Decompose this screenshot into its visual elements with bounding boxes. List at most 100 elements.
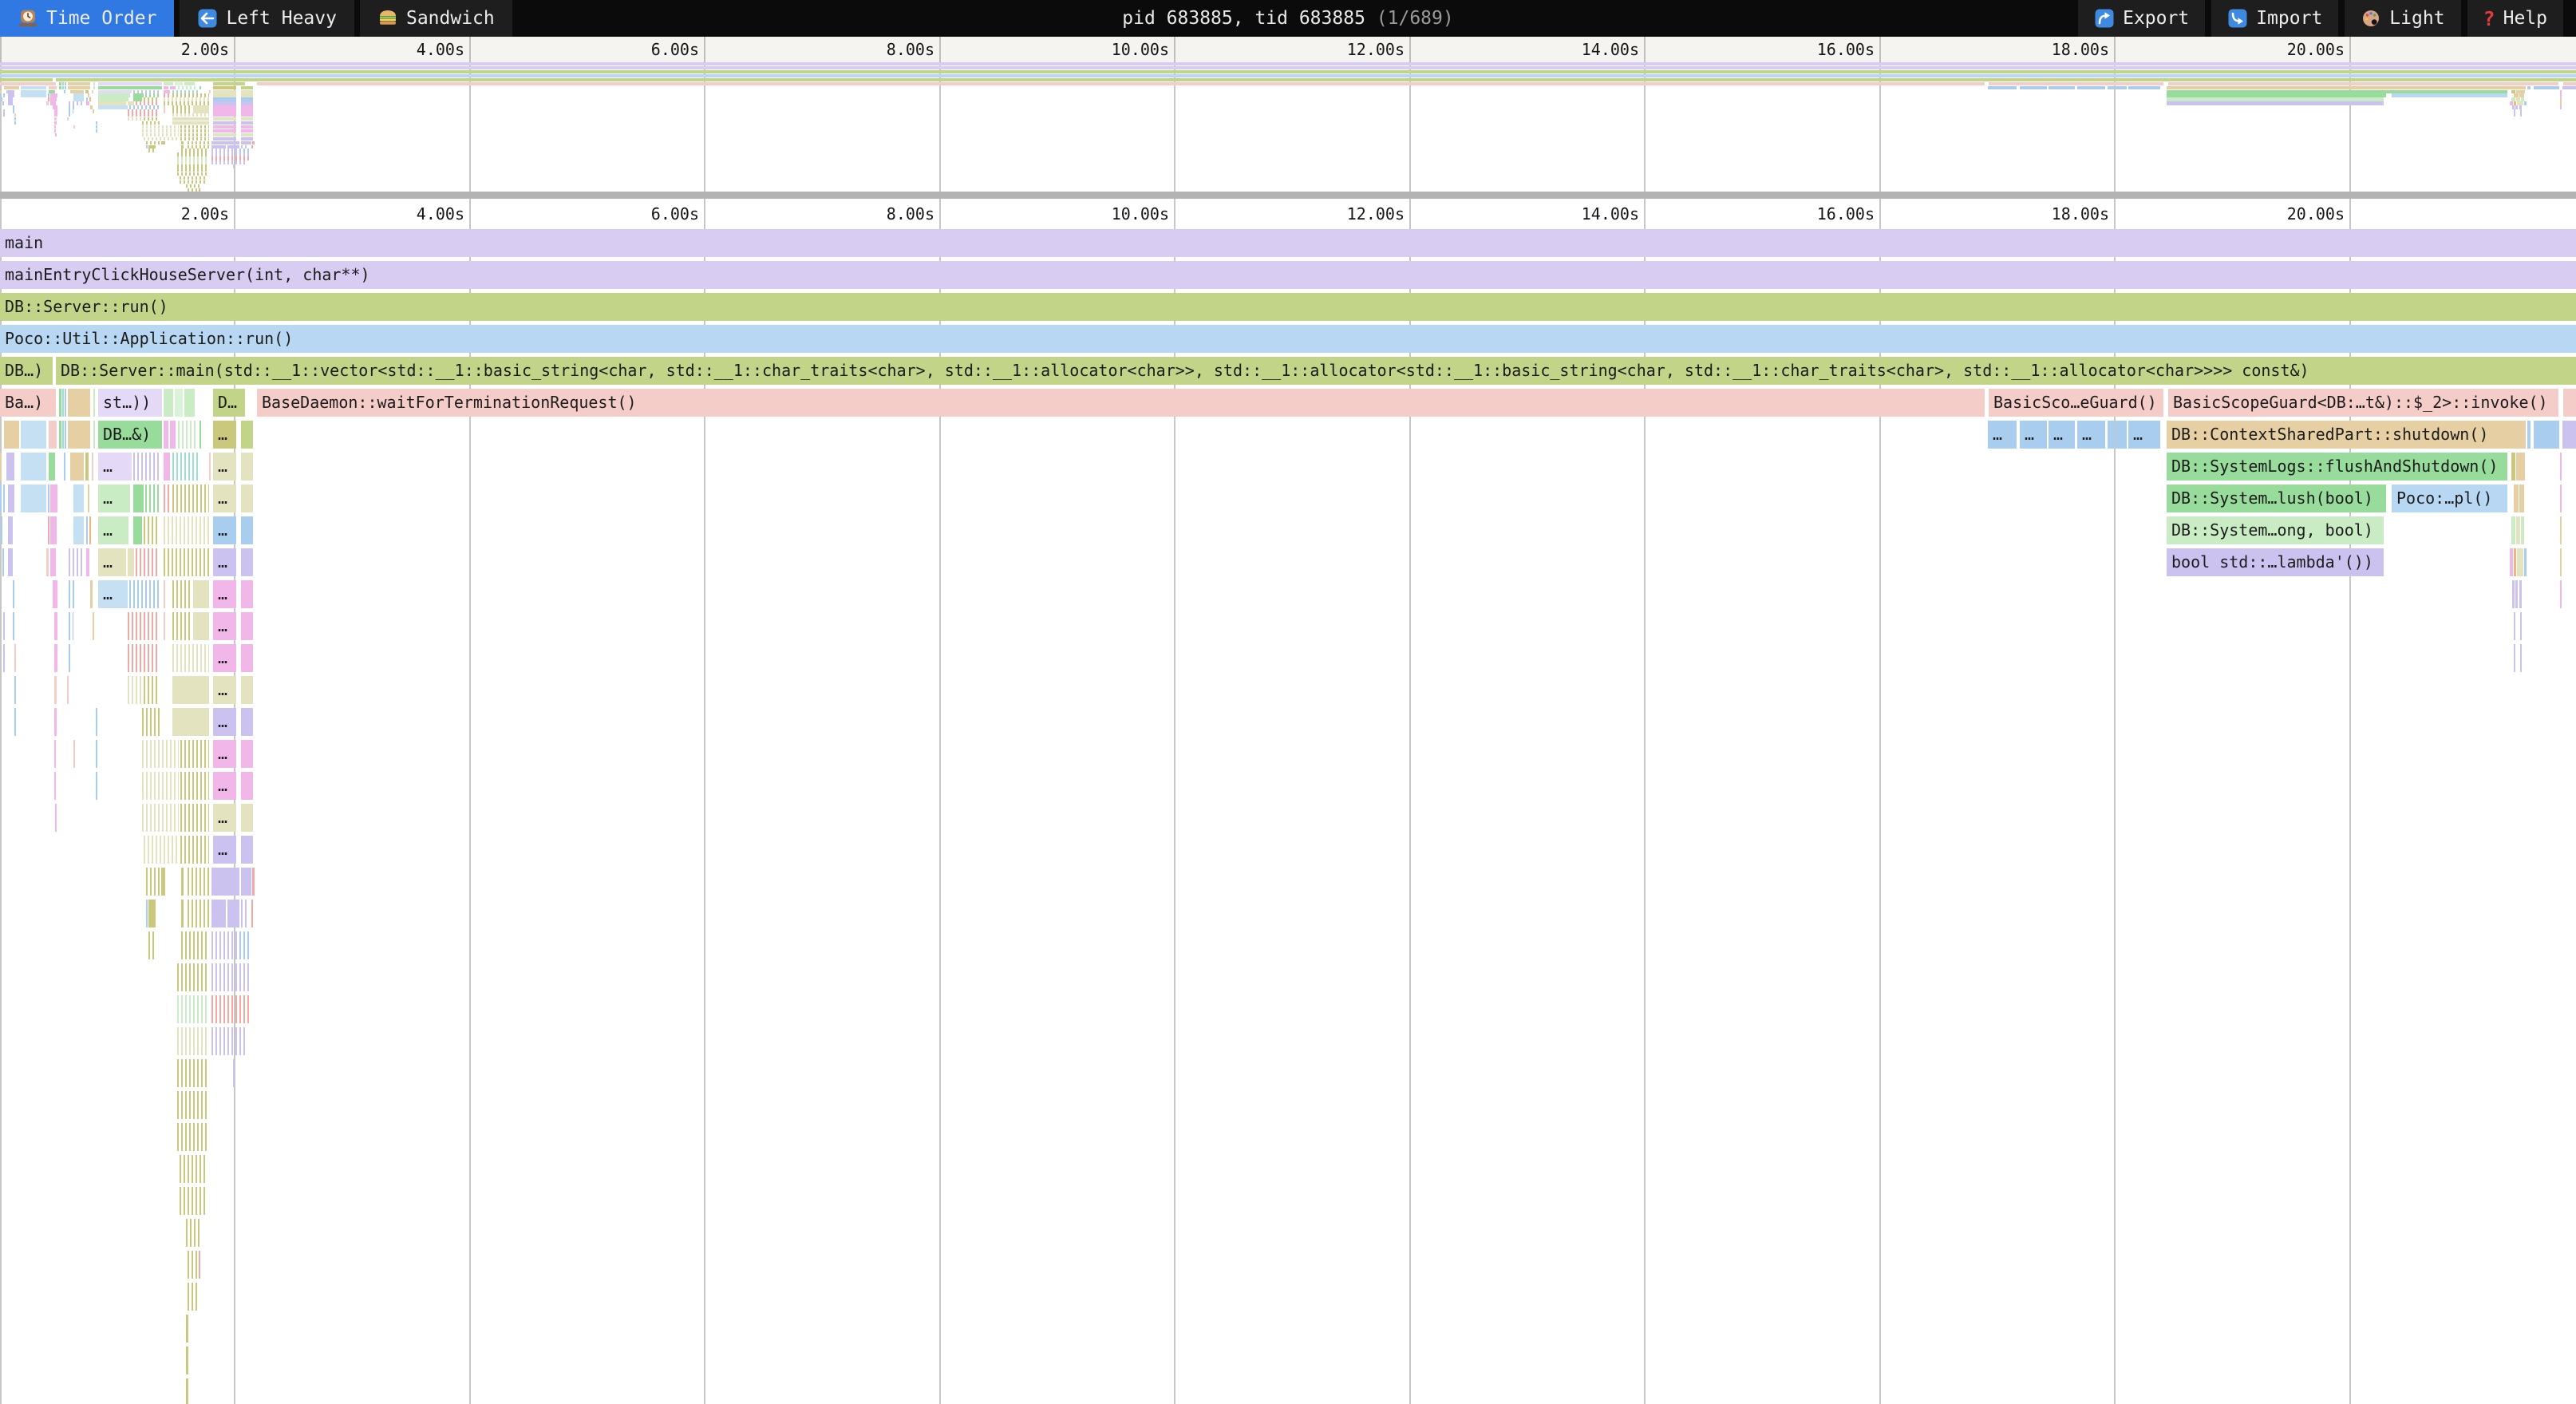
frame-block[interactable] bbox=[241, 484, 253, 512]
frame-block[interactable] bbox=[164, 453, 170, 481]
frame-block[interactable] bbox=[73, 484, 84, 512]
frame-block[interactable] bbox=[2534, 421, 2559, 449]
frame-block[interactable] bbox=[2116, 421, 2127, 449]
frame-block[interactable] bbox=[241, 708, 253, 736]
frame-block[interactable] bbox=[178, 421, 196, 449]
frame-block[interactable] bbox=[144, 676, 160, 704]
frame-block[interactable] bbox=[241, 580, 253, 608]
frame-block[interactable] bbox=[65, 389, 66, 417]
frame-block[interactable] bbox=[46, 548, 49, 576]
frame-block[interactable] bbox=[177, 1091, 209, 1119]
frame-block[interactable] bbox=[142, 804, 179, 832]
frame-block[interactable] bbox=[68, 389, 90, 417]
frame-block[interactable] bbox=[177, 1123, 209, 1151]
frame-block[interactable]: BaseDaemon::waitForTerminationRequest() bbox=[257, 389, 1985, 417]
help-button[interactable]: ? Help bbox=[2467, 0, 2563, 37]
frame-block[interactable] bbox=[2524, 548, 2527, 576]
frame-block[interactable] bbox=[2560, 484, 2562, 512]
frame-block[interactable] bbox=[239, 963, 250, 991]
frame-block[interactable] bbox=[170, 421, 176, 449]
frame-block[interactable] bbox=[69, 644, 70, 672]
frame-block[interactable] bbox=[186, 1378, 188, 1404]
frame-block[interactable] bbox=[54, 740, 56, 768]
frame-block[interactable] bbox=[50, 484, 57, 512]
frame-block[interactable] bbox=[14, 644, 16, 672]
frame-block[interactable] bbox=[241, 868, 251, 896]
frame-block[interactable]: … bbox=[98, 453, 132, 481]
frame-block[interactable] bbox=[96, 772, 97, 800]
frame-block[interactable] bbox=[164, 484, 172, 512]
frame-block[interactable] bbox=[54, 708, 57, 736]
frame-block[interactable] bbox=[96, 740, 97, 768]
frame-block[interactable]: D… bbox=[213, 389, 245, 417]
frame-block[interactable] bbox=[186, 1315, 188, 1343]
frame-block[interactable] bbox=[2510, 548, 2513, 576]
frame-block[interactable] bbox=[64, 453, 65, 481]
frame-block[interactable] bbox=[73, 740, 75, 768]
frame-block[interactable] bbox=[8, 484, 14, 512]
frame-block[interactable] bbox=[177, 1059, 209, 1087]
frame-block[interactable]: … bbox=[2128, 421, 2160, 449]
frame-block[interactable] bbox=[148, 900, 156, 927]
frame-block[interactable] bbox=[241, 421, 253, 449]
frame-block[interactable] bbox=[70, 453, 84, 481]
frame-block[interactable] bbox=[49, 453, 55, 481]
frame-block[interactable] bbox=[88, 484, 89, 512]
frame-block[interactable] bbox=[55, 804, 57, 832]
frame-block[interactable]: DB::SystemLogs::flushAndShutdown() bbox=[2167, 453, 2507, 481]
frame-block[interactable]: … bbox=[213, 740, 236, 768]
frame-block[interactable] bbox=[142, 740, 179, 768]
frame-block[interactable] bbox=[177, 963, 209, 991]
frame-block[interactable] bbox=[180, 772, 209, 800]
frame-block[interactable] bbox=[86, 548, 89, 576]
frame-block[interactable] bbox=[164, 580, 165, 608]
frame-block[interactable] bbox=[65, 421, 66, 449]
frame-block[interactable] bbox=[62, 421, 64, 449]
frame-block[interactable] bbox=[54, 676, 57, 704]
frame-block[interactable]: DB::ContextSharedPart::shutdown() bbox=[2167, 421, 2526, 449]
frame-block[interactable] bbox=[69, 580, 77, 608]
frame-block[interactable] bbox=[2515, 580, 2518, 608]
frame-block[interactable] bbox=[188, 900, 209, 927]
frame-block[interactable]: … bbox=[213, 453, 236, 481]
frame-block[interactable]: … bbox=[213, 421, 236, 449]
frame-block[interactable] bbox=[172, 676, 209, 704]
frame-block[interactable]: DB::System…lush(bool) bbox=[2167, 484, 2386, 512]
frame-block[interactable] bbox=[2560, 453, 2562, 481]
frame-block[interactable] bbox=[133, 516, 142, 544]
frame-block[interactable] bbox=[181, 931, 209, 959]
frame-block[interactable] bbox=[2563, 389, 2576, 417]
frame-block[interactable] bbox=[186, 1347, 188, 1374]
frame-block[interactable] bbox=[0, 484, 2, 512]
frame-block[interactable] bbox=[2562, 421, 2576, 449]
frame-block[interactable] bbox=[2520, 612, 2522, 640]
frame-block[interactable] bbox=[3, 612, 5, 640]
frame-block[interactable] bbox=[172, 644, 209, 672]
frame-block[interactable]: … bbox=[213, 548, 236, 576]
frame-block[interactable]: DB::Server::main(std::__1::vector<std::_… bbox=[56, 357, 2576, 385]
frame-block[interactable] bbox=[50, 548, 56, 576]
frame-block[interactable] bbox=[93, 612, 96, 640]
frame-block[interactable]: … bbox=[2077, 421, 2105, 449]
frame-block[interactable] bbox=[1, 516, 2, 544]
frame-block[interactable] bbox=[128, 644, 160, 672]
frame-block[interactable] bbox=[2521, 516, 2524, 544]
frame-block[interactable]: main bbox=[0, 229, 2576, 257]
frame-block[interactable] bbox=[2527, 421, 2531, 449]
frame-block[interactable] bbox=[188, 1283, 198, 1311]
frame-block[interactable] bbox=[241, 900, 249, 927]
frame-block[interactable] bbox=[59, 389, 61, 417]
frame-block[interactable] bbox=[2516, 516, 2520, 544]
frame-block[interactable] bbox=[180, 836, 209, 864]
frame-block[interactable] bbox=[8, 516, 13, 544]
frame-block[interactable] bbox=[133, 484, 144, 512]
frame-block[interactable] bbox=[49, 421, 57, 449]
frame-block[interactable]: Ba…) bbox=[0, 389, 56, 417]
frame-block[interactable] bbox=[4, 421, 19, 449]
frame-block[interactable] bbox=[2560, 516, 2562, 544]
import-button[interactable]: Import bbox=[2211, 0, 2338, 37]
frame-block[interactable] bbox=[96, 708, 97, 736]
frame-block[interactable] bbox=[0, 453, 2, 481]
frame-block[interactable] bbox=[241, 772, 253, 800]
frame-block[interactable]: bool std::…lambda'()) bbox=[2167, 548, 2384, 576]
